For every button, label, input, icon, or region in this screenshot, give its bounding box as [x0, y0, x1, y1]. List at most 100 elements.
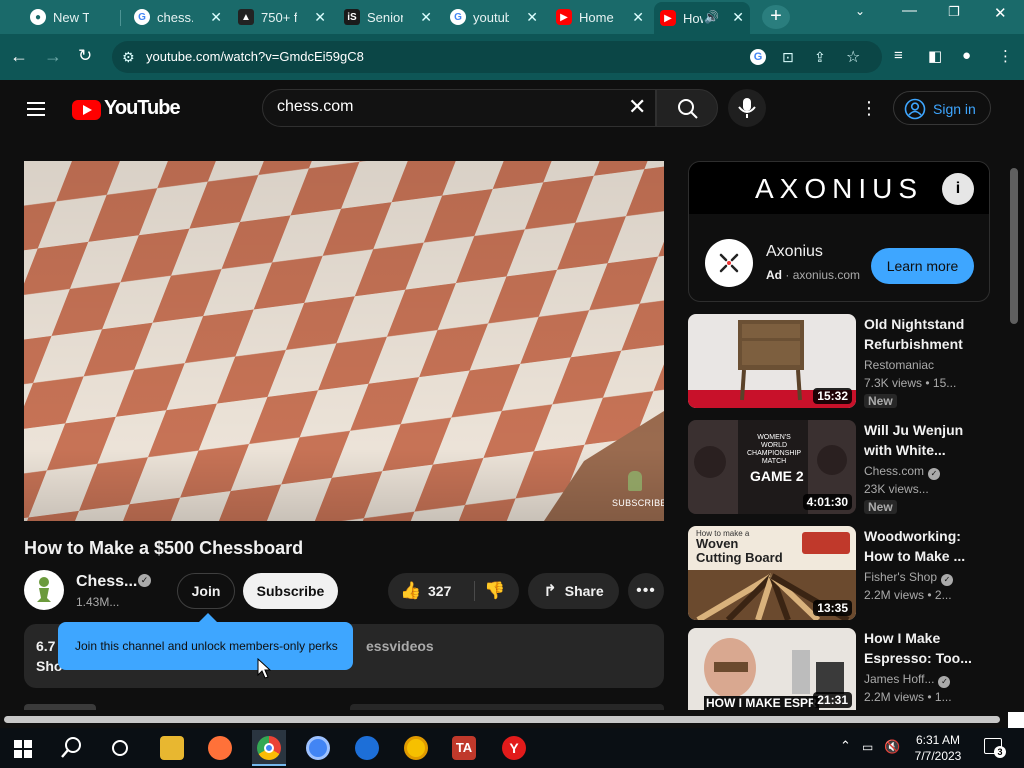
- tab-label: chess.com: [157, 9, 193, 25]
- video-title[interactable]: Old Nightstand Refurbishment: [864, 314, 974, 354]
- close-tab-icon[interactable]: ✕: [632, 9, 644, 26]
- sign-in-button[interactable]: Sign in: [893, 91, 991, 125]
- chrome-canary-icon[interactable]: [404, 736, 428, 760]
- tooltip-text: Join this channel and unlock members-onl…: [75, 639, 338, 653]
- hashtag-partial[interactable]: essvideos: [366, 638, 434, 654]
- sidebar-ad[interactable]: AXONIUS i Axonius Ad · axonius.com Learn…: [688, 161, 990, 302]
- thunderbird-icon[interactable]: [355, 736, 379, 760]
- clear-search-icon[interactable]: ✕: [628, 94, 646, 120]
- url-text[interactable]: youtube.com/watch?v=GmdcEi59gC8: [146, 49, 364, 64]
- thumbs-up-icon[interactable]: 👍: [400, 581, 421, 601]
- related-video-item[interactable]: 15:32 Old Nightstand Refurbishment Resto…: [688, 314, 990, 410]
- advertiser-name[interactable]: Axonius: [766, 243, 823, 261]
- chevron-up-icon[interactable]: ⌃: [840, 738, 851, 754]
- channel-name[interactable]: James Hoff...: [864, 672, 934, 686]
- text-app-icon[interactable]: TA: [452, 736, 476, 760]
- close-tab-icon[interactable]: ✕: [526, 9, 538, 26]
- close-window-icon[interactable]: ✕: [994, 4, 1007, 22]
- ad-banner[interactable]: AXONIUS i: [689, 162, 989, 214]
- close-tab-icon[interactable]: ✕: [420, 9, 432, 26]
- video-thumbnail[interactable]: 15:32: [688, 314, 856, 408]
- search-button[interactable]: [656, 89, 718, 127]
- video-thumbnail[interactable]: How to make a Woven Cutting Board 13:35: [688, 526, 856, 620]
- learn-more-button[interactable]: Learn more: [871, 248, 974, 284]
- youtube-logo-text[interactable]: YouTube: [104, 97, 181, 120]
- back-icon[interactable]: ←: [10, 46, 28, 67]
- tab-search-icon[interactable]: ⌄: [855, 4, 865, 18]
- share-button[interactable]: ↱ Share: [528, 573, 619, 609]
- channel-name[interactable]: Chess.com: [864, 464, 924, 478]
- google-icon: G: [450, 9, 466, 25]
- related-video-item[interactable]: WOMEN'S WORLD CHAMPIONSHIP MATCH GAME 2 …: [688, 420, 990, 516]
- site-info-icon[interactable]: ⚙: [122, 49, 135, 66]
- settings-more-icon[interactable]: ⋮: [860, 98, 878, 119]
- minimize-icon[interactable]: —: [902, 2, 917, 19]
- media-control-icon[interactable]: ≡: [894, 47, 903, 64]
- chrome-profile-icon[interactable]: [306, 736, 330, 760]
- like-count[interactable]: 327: [428, 583, 451, 599]
- bookmark-star-icon[interactable]: ☆: [846, 47, 860, 67]
- subscribe-button[interactable]: Subscribe: [243, 573, 338, 609]
- video-title[interactable]: Will Ju Wenjun with White...: [864, 420, 974, 460]
- address-bar[interactable]: ⚙ youtube.com/watch?v=GmdcEi59gC8 G ⊡ ⇪ …: [112, 41, 882, 73]
- search-icon[interactable]: [60, 736, 84, 760]
- new-tab-button[interactable]: +: [762, 5, 790, 29]
- tab-chess-search[interactable]: G chess.com ✕: [128, 4, 228, 30]
- firefox-icon[interactable]: [208, 736, 232, 760]
- video-title[interactable]: How I Make Espresso: Too...: [864, 628, 974, 668]
- task-view-icon[interactable]: [110, 738, 130, 758]
- advertiser-logo[interactable]: [705, 239, 753, 287]
- notifications-icon[interactable]: 3: [984, 738, 1006, 758]
- close-tab-icon[interactable]: ✕: [314, 9, 326, 26]
- channel-name[interactable]: Restomaniac: [864, 358, 934, 372]
- thumbs-down-icon[interactable]: 👎: [484, 581, 505, 601]
- join-button[interactable]: Join: [177, 573, 235, 609]
- info-icon[interactable]: i: [942, 173, 974, 205]
- more-actions-button[interactable]: •••: [628, 573, 664, 609]
- windows-start-icon[interactable]: [14, 740, 32, 758]
- search-box[interactable]: [262, 89, 656, 127]
- install-app-icon[interactable]: ⊡: [782, 49, 794, 66]
- subscribe-watermark[interactable]: SUBSCRIBE: [612, 498, 664, 508]
- tab-youtube-search[interactable]: G youtube ✕: [444, 4, 544, 30]
- scrollbar-thumb[interactable]: [4, 716, 1000, 723]
- share-page-icon[interactable]: ⇪: [814, 49, 826, 66]
- search-input[interactable]: [277, 98, 617, 116]
- speaker-icon[interactable]: 🔊: [704, 10, 719, 24]
- close-tab-icon[interactable]: ✕: [210, 9, 222, 26]
- channel-name[interactable]: Fisher's Shop: [864, 570, 937, 584]
- forward-icon[interactable]: →: [44, 46, 62, 67]
- vertical-scrollbar[interactable]: [1010, 168, 1018, 324]
- voice-search-button[interactable]: [728, 89, 766, 127]
- video-thumbnail[interactable]: HOW I MAKE ESPR 21:31: [688, 628, 856, 710]
- related-video-item[interactable]: HOW I MAKE ESPR 21:31 How I Make Espress…: [688, 628, 990, 710]
- video-player[interactable]: SUBSCRIBE: [24, 161, 664, 521]
- chrome-taskbar-active[interactable]: [252, 730, 286, 766]
- horizontal-scrollbar[interactable]: [0, 710, 1024, 728]
- channel-name[interactable]: Chess...: [76, 573, 137, 591]
- yandex-browser-icon[interactable]: Y: [502, 736, 526, 760]
- tab-750-free[interactable]: ▲ 750+ free ✕: [232, 4, 332, 30]
- video-thumbnail[interactable]: WOMEN'S WORLD CHAMPIONSHIP MATCH GAME 2 …: [688, 420, 856, 514]
- related-video-item[interactable]: How to make a Woven Cutting Board 13:35 …: [688, 526, 990, 622]
- file-explorer-icon[interactable]: [160, 736, 184, 760]
- chrome-menu-icon[interactable]: ⋮: [998, 47, 1013, 65]
- hamburger-menu-icon[interactable]: [27, 98, 45, 120]
- close-tab-icon[interactable]: ✕: [732, 9, 744, 26]
- system-clock[interactable]: 6:31 AM 7/7/2023: [906, 732, 970, 764]
- tab-active-video[interactable]: ▶ How to 🔊 ✕: [654, 2, 750, 34]
- google-lens-icon[interactable]: G: [750, 49, 766, 65]
- youtube-logo-icon[interactable]: [72, 100, 101, 120]
- tab-senior[interactable]: iS Senior ✕: [338, 4, 438, 30]
- tab-new-tab[interactable]: ● New Tab: [24, 4, 124, 30]
- mouse-cursor-icon: [257, 658, 271, 679]
- reload-icon[interactable]: ↻: [78, 46, 92, 66]
- restore-icon[interactable]: ❐: [948, 4, 960, 20]
- video-title[interactable]: Woodworking: How to Make ...: [864, 526, 974, 566]
- volume-muted-icon[interactable]: 🔇: [884, 739, 900, 755]
- side-panel-icon[interactable]: ◧: [928, 47, 942, 65]
- channel-avatar[interactable]: [24, 570, 64, 610]
- network-icon[interactable]: ▭: [862, 740, 873, 754]
- profile-icon[interactable]: ●: [962, 47, 971, 64]
- tab-youtube-home[interactable]: ▶ Home ✕: [550, 4, 650, 30]
